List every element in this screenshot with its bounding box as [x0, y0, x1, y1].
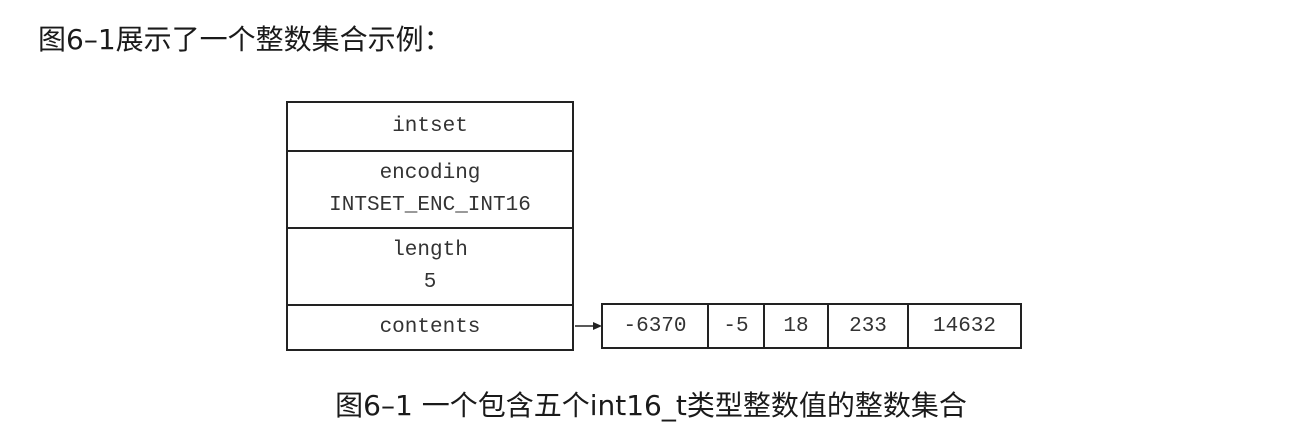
array-cell: 18: [765, 305, 829, 347]
contents-label: contents: [379, 315, 481, 339]
encoding-value: INTSET_ENC_INT16: [329, 193, 531, 217]
array-cell-value: -5: [723, 314, 749, 338]
intset-struct: intset encoding INTSET_ENC_INT16 length …: [286, 101, 574, 351]
array-cell-value: 18: [783, 314, 809, 338]
array-cell: 14632: [909, 305, 1020, 347]
array-cell: -5: [709, 305, 765, 347]
length-value: 5: [423, 270, 437, 294]
contents-array: -6370 -5 18 233 14632: [601, 303, 1022, 349]
contents-field: contents: [288, 306, 572, 349]
encoding-label: encoding: [379, 161, 481, 185]
array-cell-value: 233: [849, 314, 887, 338]
encoding-field: encoding INTSET_ENC_INT16: [288, 152, 572, 229]
length-field: length 5: [288, 229, 572, 306]
figure-caption: 图6–1 一个包含五个int16_t类型整数值的整数集合: [335, 389, 967, 422]
array-cell: 233: [829, 305, 909, 347]
intset-title-field: intset: [288, 103, 572, 152]
array-cell-value: 14632: [932, 314, 996, 338]
length-label: length: [392, 238, 468, 262]
intset-title: intset: [392, 114, 468, 138]
array-cell-value: -6370: [623, 314, 687, 338]
intro-text: 图6–1展示了一个整数集合示例：: [38, 23, 452, 56]
array-cell: -6370: [603, 305, 709, 347]
pointer-arrow-icon: [575, 322, 602, 330]
